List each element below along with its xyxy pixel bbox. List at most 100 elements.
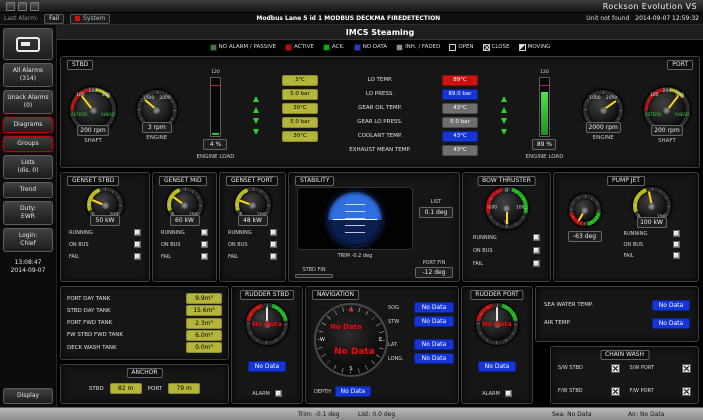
- system-badge[interactable]: System: [70, 14, 110, 24]
- legend-no-data: NO DATA: [363, 44, 387, 50]
- long-value: No Data: [414, 353, 454, 364]
- sidebar: All Alarms (314) Unack Alarms (0) Diagra…: [0, 25, 57, 407]
- closed-valve-icon[interactable]: [611, 364, 620, 373]
- stw-value: No Data: [414, 316, 454, 327]
- sidebar-item-lists[interactable]: Lists (dis. 0): [3, 155, 53, 179]
- legend-ack: ACK.: [332, 44, 345, 50]
- alarm-message: Modbus Lane 5 id 1 MODBUS DECKMA FIREDET…: [116, 15, 580, 22]
- fail-checkbox[interactable]: [270, 253, 277, 260]
- up-arrow-icon: [253, 107, 259, 113]
- legend-close: CLOSE: [492, 44, 510, 50]
- closed-valve-icon[interactable]: [611, 387, 620, 396]
- legend-active: ACTIVE: [294, 44, 314, 50]
- stbd-load-value: 4 %: [203, 139, 227, 150]
- sidebar-item-diagrams[interactable]: Diagrams: [3, 117, 53, 133]
- list-status: List: 0.0 deg: [358, 411, 395, 418]
- fail-checkbox[interactable]: [134, 253, 141, 260]
- fail-checkbox[interactable]: [533, 260, 540, 267]
- sidebar-item-trend[interactable]: Trend: [3, 182, 53, 198]
- genset-mid-panel: GENSET MID 0 200 60 kW RUNNING ON BUS FA…: [152, 172, 217, 282]
- down-arrow-icon: [253, 118, 259, 124]
- close-swatch-icon: [483, 44, 490, 51]
- window-icon[interactable]: [30, 2, 39, 11]
- bow-thruster-panel: BOW THRUSTER 100 0 100 % RUNNING ON BUS …: [462, 172, 551, 282]
- sea-water-temp-value: No Data: [652, 300, 690, 311]
- app-title: Rockson Evolution VS: [603, 2, 697, 11]
- down-arrow-icon: [501, 129, 507, 135]
- pump-jet-angle-gauge: [568, 193, 602, 227]
- on-bus-checkbox[interactable]: [134, 241, 141, 248]
- running-checkbox[interactable]: [270, 229, 277, 236]
- stbd-gear-oil-temp: 30°C: [282, 103, 318, 114]
- up-arrow-icon: [501, 107, 507, 113]
- stbd-fin-value: [295, 274, 333, 278]
- pump-jet-angle: -63 deg: [568, 193, 602, 242]
- list-readout: LIST 0.1 deg: [417, 199, 455, 218]
- fail-checkbox[interactable]: [201, 253, 208, 260]
- pump-jet-panel: PUMP JET -63 deg 0 200 100 kW RUNNING ON…: [553, 172, 699, 282]
- sidebar-item-unack-alarms[interactable]: Unack Alarms (0): [3, 90, 53, 114]
- last-alarm-label: Last Alarm:: [4, 15, 38, 22]
- running-checkbox[interactable]: [533, 234, 540, 241]
- sidebar-item-groups[interactable]: Groups: [3, 136, 53, 152]
- anchor-panel: ANCHOR STBD 82 m PORT 79 m: [60, 364, 229, 404]
- depth-value: No Data: [335, 386, 371, 397]
- alarm-indicator-icon: [75, 16, 80, 21]
- legend-moving: MOVING: [528, 44, 551, 50]
- running-checkbox[interactable]: [134, 229, 141, 236]
- port-lo-temp: 89°C: [442, 75, 478, 86]
- legend-no-alarm: NO ALARM / PASSIVE: [219, 44, 276, 50]
- closed-valve-icon[interactable]: [682, 387, 691, 396]
- on-bus-checkbox[interactable]: [270, 241, 277, 248]
- overview-button[interactable]: [3, 28, 53, 60]
- tank-value: 2.3m³: [186, 318, 222, 329]
- port-fin-value: -12 deg: [415, 267, 453, 278]
- horizon-frame: [297, 187, 413, 250]
- down-arrow-icon: [253, 129, 259, 135]
- sidebar-clock: 13:08:47 2014-09-07: [3, 255, 53, 279]
- on-bus-checkbox[interactable]: [201, 241, 208, 248]
- chain-wash-item: S/W STBD: [558, 364, 620, 373]
- rudder-stbd-dial: No Data: [245, 302, 289, 346]
- alarm-checkbox[interactable]: [275, 390, 282, 397]
- sidebar-item-display[interactable]: Display: [3, 388, 53, 404]
- on-bus-checkbox[interactable]: [533, 247, 540, 254]
- tanks-panel: PORT DAY TANK 9.9m³ STBD DAY TANK 15.6m³…: [60, 286, 229, 360]
- rudder-stbd-panel: RUDDER STBD No Data No Data ALARM: [231, 286, 303, 404]
- tank-row: DECK WASH TANK 0.0m³: [67, 342, 222, 353]
- no-alarm-swatch-icon: [210, 44, 217, 51]
- port-exhaust-temp: 43°C: [442, 145, 478, 156]
- fail-checkbox[interactable]: [673, 252, 680, 259]
- stbd-coolant-temp: 30°C: [282, 131, 318, 142]
- port-trend-arrows: [501, 96, 507, 135]
- ack-swatch-icon: [323, 44, 330, 51]
- rudder-port-panel: RUDDER PORT No Data No Data ALARM: [461, 286, 533, 404]
- legend-bar: NO ALARM / PASSIVE ACTIVE ACK. NO DATA I…: [57, 40, 703, 54]
- fail-badge[interactable]: Fail: [44, 14, 64, 24]
- closed-valve-icon[interactable]: [682, 364, 691, 373]
- running-checkbox[interactable]: [673, 230, 680, 237]
- port-shaft: 100 200 300 ASTERN AHEAD 200 rpm SHAFT: [643, 86, 691, 144]
- port-load-bar: [539, 77, 550, 137]
- rudder-port-dial: No Data: [475, 302, 519, 346]
- on-bus-checkbox[interactable]: [673, 241, 680, 248]
- bridge-icon: [16, 37, 40, 52]
- sog-value: No Data: [414, 302, 454, 313]
- up-arrow-icon: [253, 96, 259, 102]
- menu-icon[interactable]: [6, 2, 15, 11]
- chain-wash-item: F/W STBD: [558, 387, 620, 396]
- sidebar-item-all-alarms[interactable]: All Alarms (314): [3, 63, 53, 87]
- port-fin: PORT FIN -12 deg: [415, 260, 453, 278]
- genset-stbd-value: 50 kW: [90, 215, 120, 226]
- port-gear-lo-press: 5.0 bar: [442, 117, 478, 128]
- sidebar-item-login[interactable]: Login: Chief: [3, 228, 53, 252]
- down-arrow-icon: [501, 118, 507, 124]
- system-label: System: [83, 15, 105, 23]
- speaker-icon[interactable]: [18, 2, 27, 11]
- running-checkbox[interactable]: [201, 229, 208, 236]
- tank-value: 15.6m³: [186, 305, 222, 316]
- alarm-checkbox[interactable]: [505, 390, 512, 397]
- up-arrow-icon: [501, 96, 507, 102]
- sidebar-item-duty[interactable]: Duty: EWR: [3, 201, 53, 225]
- port-engine-value: 2000 rpm: [586, 122, 621, 133]
